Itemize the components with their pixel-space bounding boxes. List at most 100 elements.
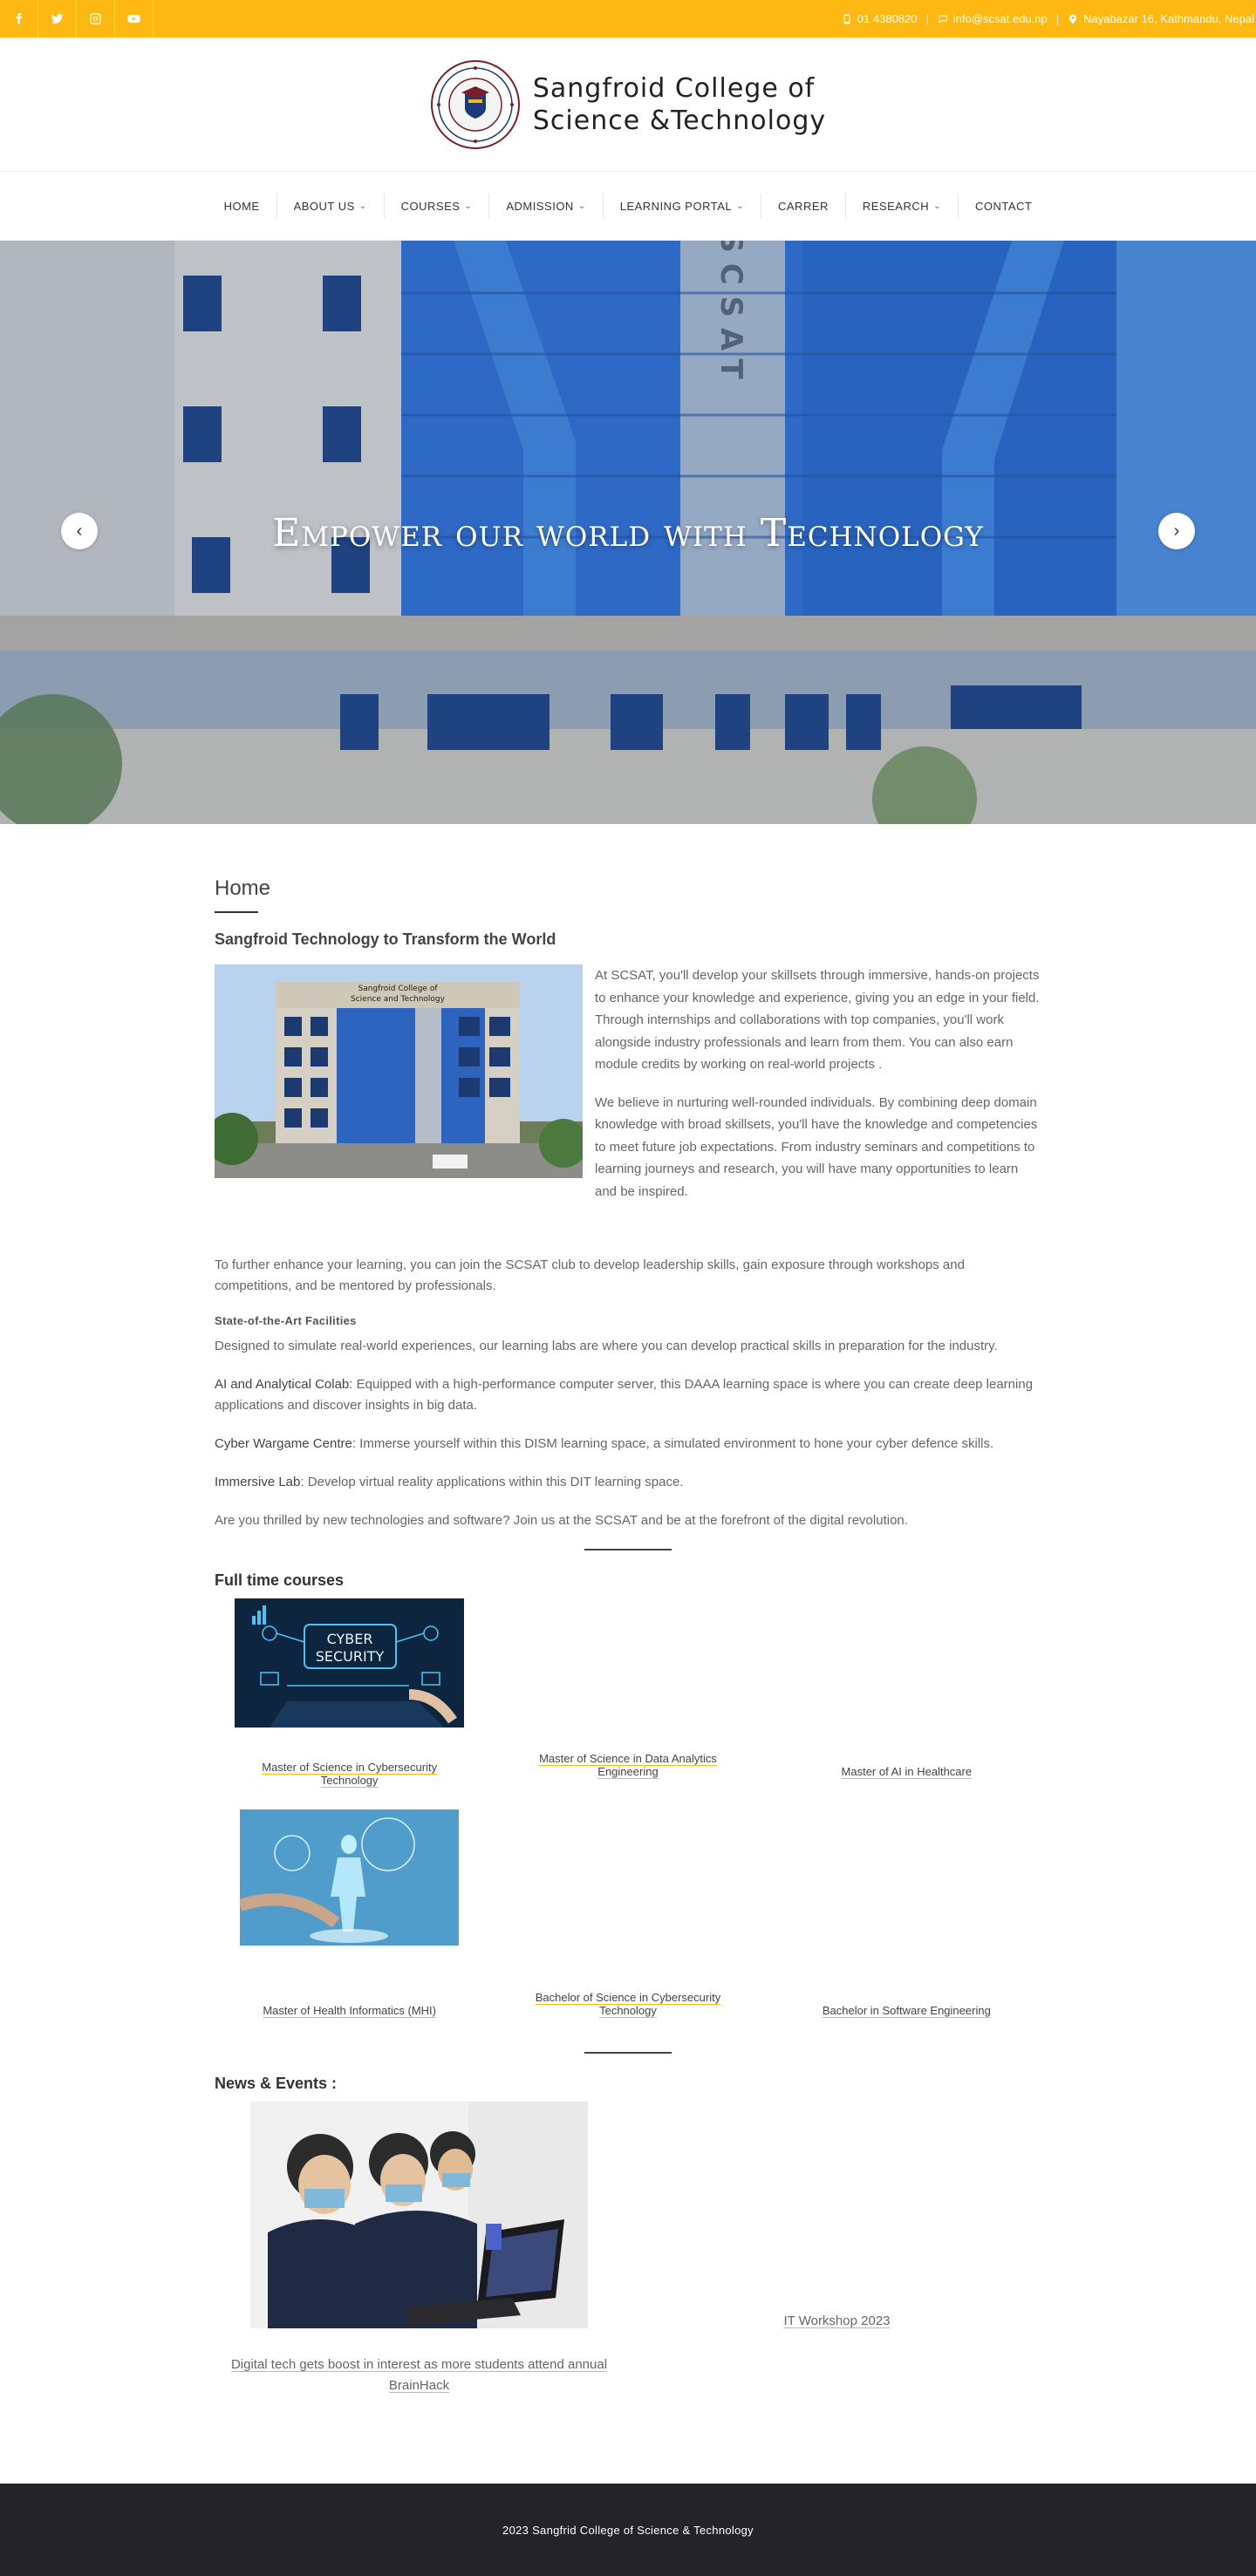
college-logo[interactable] xyxy=(430,59,521,150)
nav-admission-label: ADMISSION xyxy=(506,199,574,213)
course-card[interactable]: CYBER SECURITY Master of Science in Cybe… xyxy=(215,1598,484,1816)
email-address[interactable]: info@scsat.edu.np xyxy=(953,12,1048,25)
slider-next-button[interactable]: › xyxy=(1158,513,1195,549)
course-card[interactable]: Master of Health Informatics (MHI) xyxy=(215,1809,484,2034)
chevron-down-icon: ⌄ xyxy=(577,201,586,211)
courses-heading: Full time courses xyxy=(215,1571,345,1589)
address-info: Nayabazar 16, Kathmandu, Nepal xyxy=(1068,12,1254,25)
footer-copyright: 2023 Sangfrid College of Science & Techn… xyxy=(502,2523,754,2537)
nav-home-label: HOME xyxy=(223,199,260,213)
course-card[interactable]: Master of Science in Data Analytics Engi… xyxy=(493,1598,762,1816)
college-name[interactable]: Sangfroid College of Science &Technology xyxy=(533,72,826,137)
hero-slider: SCSAT Empower our world with Technology … xyxy=(0,241,1256,824)
news-grid: Digital tech gets boost in interest as m… xyxy=(215,2102,1041,2484)
nav-about-us[interactable]: ABOUT US ⌄ xyxy=(277,194,385,218)
course-card[interactable]: Bachelor of Science in Cybersecurity Tec… xyxy=(493,1816,762,2034)
news-label[interactable]: IT Workshop 2023 xyxy=(783,2311,890,2332)
social-links xyxy=(0,0,154,37)
twitter-icon xyxy=(51,13,64,24)
nav-about-label: ABOUT US xyxy=(293,199,355,213)
youtube-link[interactable] xyxy=(115,0,154,37)
closing-paragraph: Are you thrilled by new technologies and… xyxy=(215,1513,908,1528)
news-item[interactable]: Digital tech gets boost in interest as m… xyxy=(215,2102,624,2396)
email-info[interactable]: info@scsat.edu.np xyxy=(938,12,1048,25)
news-heading: News & Events : xyxy=(215,2075,338,2092)
cyber-wargame-name: Cyber Wargame Centre xyxy=(215,1436,352,1451)
address-text: Nayabazar 16, Kathmandu, Nepal xyxy=(1083,12,1254,25)
news-label[interactable]: Digital tech gets boost in interest as m… xyxy=(219,2355,620,2396)
main-nav: HOME ABOUT US ⌄ COURSES ⌄ ADMISSION ⌄ LEARN… xyxy=(0,172,1256,241)
instagram-link[interactable] xyxy=(77,0,115,37)
news-item[interactable]: IT Workshop 2023 xyxy=(632,2102,1041,2396)
chevron-down-icon: ⌄ xyxy=(464,201,473,211)
photo-sign-line2: Science and Technology xyxy=(351,995,446,1004)
club-paragraph: To further enhance your learning, you ca… xyxy=(215,1257,965,1293)
contact-info: 01 4380820 | info@scsat.edu.np | Nayabaz… xyxy=(842,12,1256,25)
nav-courses-label: COURSES xyxy=(400,199,461,213)
chevron-left-icon: ‹ xyxy=(76,521,83,541)
cyber-wargame-paragraph: Cyber Wargame Centre: Immerse yourself w… xyxy=(215,1434,1041,1455)
immersive-lab-desc: : Develop virtual reality applications w… xyxy=(300,1475,684,1489)
chevron-down-icon: ⌄ xyxy=(736,201,744,211)
main-content: Home Sangfroid Technology to Transform t… xyxy=(215,824,1041,2484)
site-header: Sangfroid College of Science &Technology xyxy=(0,37,1256,172)
site-footer: 2023 Sangfrid College of Science & Techn… xyxy=(0,2484,1256,2576)
health-informatics-image xyxy=(240,1809,460,1946)
cyber-wargame-desc: : Immerse yourself within this DISM lear… xyxy=(352,1436,994,1451)
nav-admission[interactable]: ADMISSION ⌄ xyxy=(489,194,604,218)
hero-caption: Empower our world with Technology xyxy=(272,511,984,555)
facilities-heading: State-of-the-Art Facilities xyxy=(215,1314,357,1327)
nav-carrer[interactable]: CARRER xyxy=(761,194,846,218)
course-card[interactable]: Bachelor in Software Engineering xyxy=(772,1816,1041,2034)
map-marker-icon xyxy=(1069,14,1077,24)
course-label[interactable]: Master of Science in Data Analytics Engi… xyxy=(515,1752,741,1778)
mobile-phone-icon xyxy=(843,14,850,24)
nav-home[interactable]: HOME xyxy=(208,194,277,218)
course-label[interactable]: Bachelor in Software Engineering xyxy=(793,2004,1020,2017)
courses-grid: CYBER SECURITY Master of Science in Cybe… xyxy=(215,1598,1041,2034)
course-label[interactable]: Master of AI in Healthcare xyxy=(793,1765,1020,1778)
section-divider xyxy=(584,2052,672,2054)
nav-courses[interactable]: COURSES ⌄ xyxy=(385,194,490,218)
facebook-link[interactable] xyxy=(0,0,38,37)
slider-prev-button[interactable]: ‹ xyxy=(61,513,98,549)
chat-bubble-icon xyxy=(939,15,947,23)
immersive-lab-name: Immersive Lab xyxy=(215,1475,301,1489)
photo-sign-line1: Sangfroid College of xyxy=(358,985,438,993)
ai-colab-paragraph: AI and Analytical Colab: Equipped with a… xyxy=(215,1374,1041,1416)
twitter-link[interactable] xyxy=(38,0,77,37)
students-coding-photo xyxy=(250,2102,588,2328)
top-bar: 01 4380820 | info@scsat.edu.np | Nayabaz… xyxy=(0,0,1256,37)
nav-contact-label: CONTACT xyxy=(975,199,1033,213)
intro-paragraph-1: At SCSAT, you'll develop your skillsets … xyxy=(595,968,1040,1072)
course-card[interactable]: Master of AI in Healthcare xyxy=(772,1598,1041,1816)
facilities-paragraph: Designed to simulate real-world experien… xyxy=(215,1339,998,1353)
page-subtitle: Sangfroid Technology to Transform the Wo… xyxy=(215,930,556,948)
page-title: Home xyxy=(215,876,271,900)
nav-research-label: RESEARCH xyxy=(862,199,930,213)
cyber-security-image: CYBER SECURITY xyxy=(235,1598,465,1728)
immersive-lab-paragraph: Immersive Lab: Develop virtual reality a… xyxy=(215,1472,1041,1493)
nav-research[interactable]: RESEARCH ⌄ xyxy=(846,194,959,218)
college-name-line1: Sangfroid College of xyxy=(532,72,816,104)
nav-carrer-label: CARRER xyxy=(778,199,829,213)
intro-paragraph-2: We believe in nurturing well-rounded ind… xyxy=(595,1094,1038,1199)
course-label[interactable]: Master of Science in Cybersecurity Techn… xyxy=(236,1761,463,1787)
intro-text: At SCSAT, you'll develop your skillsets … xyxy=(595,964,1041,1218)
nav-learning-portal[interactable]: LEARNING PORTAL ⌄ xyxy=(604,194,761,218)
phone-number: 01 4380820 xyxy=(857,12,918,25)
chevron-down-icon: ⌄ xyxy=(358,201,367,211)
intro-section: Sangfroid College of Science and Technol… xyxy=(215,964,1041,1218)
facebook-icon xyxy=(16,12,22,24)
title-underline xyxy=(215,911,258,913)
course-label[interactable]: Master of Health Informatics (MHI) xyxy=(236,2004,463,2017)
chevron-right-icon: › xyxy=(1173,521,1180,541)
ai-colab-name: AI and Analytical Colab xyxy=(215,1377,350,1392)
youtube-icon xyxy=(127,14,140,24)
instagram-icon xyxy=(90,13,101,24)
nav-contact[interactable]: CONTACT xyxy=(959,194,1048,218)
course-label[interactable]: Bachelor of Science in Cybersecurity Tec… xyxy=(515,1991,741,2017)
chevron-down-icon: ⌄ xyxy=(933,201,942,211)
section-divider xyxy=(584,1549,672,1550)
college-building-photo: Sangfroid College of Science and Technol… xyxy=(215,964,583,1178)
